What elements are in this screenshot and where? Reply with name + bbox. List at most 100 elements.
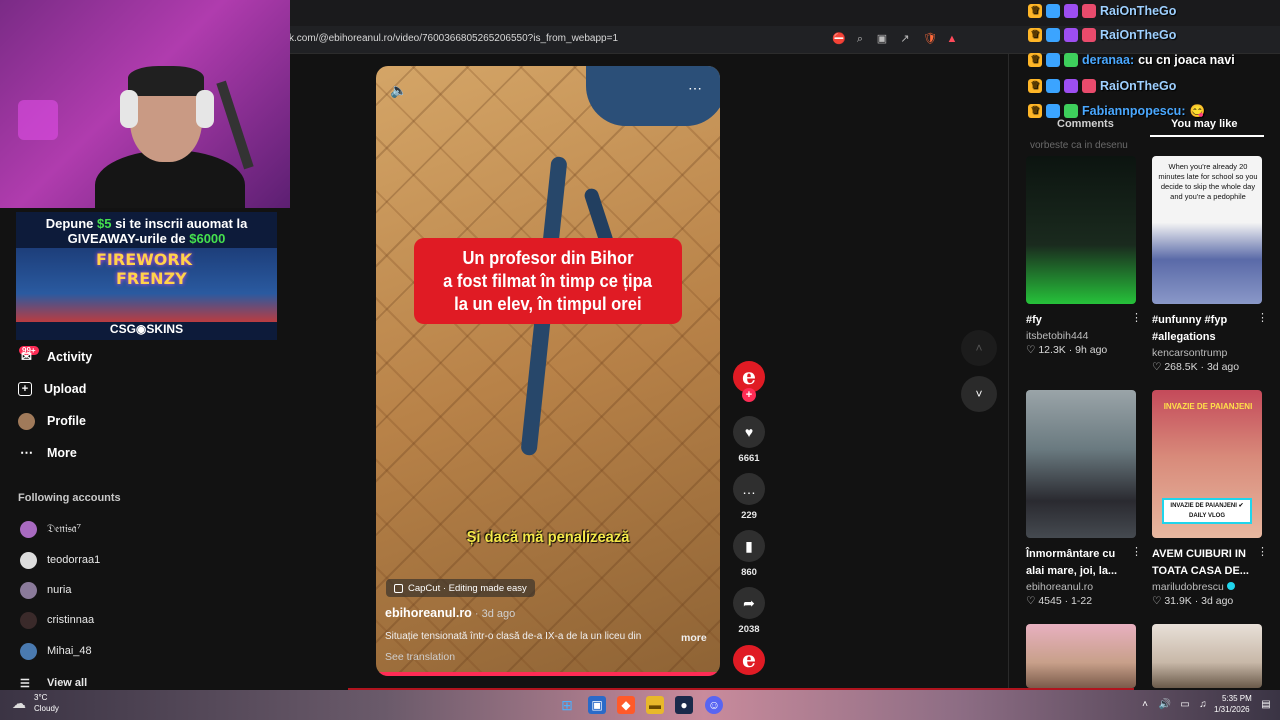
chat-message: ♛ RaiOnTheGo: [1028, 25, 1176, 45]
rec-author[interactable]: kencarsontrump: [1152, 347, 1262, 359]
sponsor-logo: CSG◉SKINS: [16, 322, 277, 340]
rec-title[interactable]: AVEM CUIBURI IN TOATA CASA DE...: [1152, 546, 1252, 580]
avatar: [20, 611, 37, 629]
rec-author[interactable]: ebihoreanul.ro: [1026, 581, 1136, 593]
game-badge-icon: [1046, 104, 1060, 118]
rewards-icon[interactable]: ▲: [944, 31, 960, 47]
brave-browser-icon[interactable]: ◆: [617, 696, 635, 714]
gift-badge-icon: [1064, 104, 1078, 118]
post-age: · 3d ago: [471, 608, 516, 620]
rec-thumbnail[interactable]: INVAZIE DE PAIANJENI INVAZIE DE PAIANJEN…: [1152, 390, 1262, 538]
file-explorer-icon[interactable]: ▬: [646, 696, 664, 714]
speaker-icon[interactable]: ♫: [1194, 696, 1212, 714]
sidebar-item-more[interactable]: ⋯ More: [18, 443, 77, 463]
recommendation-card[interactable]: #fy ⋮ itsbetobih444 ♡ 12.3K · 9h ago: [1026, 156, 1142, 356]
address-bar[interactable]: k.com/@ebihoreanul.ro/video/760036680526…: [289, 33, 618, 44]
list-icon: ☰: [20, 677, 30, 690]
video-author[interactable]: ebihoreanul.ro · 3d ago: [385, 606, 515, 620]
recommendation-card[interactable]: INVAZIE DE PAIANJENI INVAZIE DE PAIANJEN…: [1152, 390, 1268, 607]
windows-start-icon[interactable]: ⊞: [558, 696, 576, 714]
following-account[interactable]: nuria: [20, 581, 71, 599]
more-options-icon[interactable]: ⋮: [1131, 545, 1142, 558]
weather-condition[interactable]: Cloudy: [34, 704, 59, 713]
like-action[interactable]: ♥ 6661: [733, 416, 765, 464]
music-disc-avatar[interactable]: e: [733, 645, 765, 675]
rec-likes: 12.3K: [1038, 344, 1066, 356]
volume-tray-icon[interactable]: 🔊: [1156, 696, 1174, 714]
next-video-button[interactable]: ˅: [961, 376, 997, 412]
rec-age: 3d ago: [1206, 361, 1240, 373]
clock-date[interactable]: 1/31/2026: [1214, 705, 1250, 714]
recommendation-card[interactable]: When you're already 20 minutes late for …: [1152, 156, 1268, 373]
following-account[interactable]: cristinnaa: [20, 611, 94, 629]
following-account[interactable]: 𝔇𝔢𝔫𝔦𝔰𝔞⁷: [20, 520, 81, 538]
rec-title[interactable]: Înmormântare cu alai mare, joi, la...: [1026, 546, 1126, 580]
sidebar-item-profile[interactable]: Profile: [18, 411, 86, 431]
rec-title[interactable]: #fy: [1026, 312, 1126, 329]
rec-thumbnail[interactable]: [1026, 624, 1136, 688]
save-action[interactable]: ▮ 860: [733, 530, 765, 578]
recommendation-card[interactable]: [1026, 624, 1136, 688]
rec-meta: ♡ 268.5K · 3d ago: [1152, 361, 1240, 373]
network-icon[interactable]: ▭: [1176, 696, 1194, 714]
capcut-tag[interactable]: CapCut · Editing made easy: [386, 579, 535, 597]
discord-icon[interactable]: ☺: [705, 696, 723, 714]
brave-shield-icon[interactable]: 🛡: [922, 31, 938, 47]
widgets-icon[interactable]: ▣: [588, 696, 606, 714]
rec-title[interactable]: #unfunny #fyp #allegations: [1152, 312, 1252, 346]
zoom-icon[interactable]: ⌕: [852, 31, 868, 47]
cast-icon[interactable]: ▣: [874, 31, 890, 47]
rec-thumbnail[interactable]: [1152, 624, 1262, 688]
rec-likes: 4545: [1038, 595, 1062, 607]
steam-icon[interactable]: ●: [675, 696, 693, 714]
following-account[interactable]: Mihai_48: [20, 642, 92, 660]
weather-temperature[interactable]: 3°C: [34, 693, 47, 702]
rec-author[interactable]: mariludobrescu: [1152, 581, 1262, 593]
chat-message: ♛ deranaa: cu cn joaca navi: [1028, 50, 1235, 70]
more-options-icon[interactable]: ⋮: [1257, 545, 1268, 558]
share-icon[interactable]: ↗: [897, 31, 913, 47]
rec-age: 1-22: [1071, 595, 1093, 607]
avatar: [20, 642, 37, 660]
comment-icon[interactable]: …: [733, 473, 765, 505]
rec-thumbnail[interactable]: [1026, 390, 1136, 538]
rec-thumbnail[interactable]: When you're already 20 minutes late for …: [1152, 156, 1262, 304]
author-name[interactable]: ebihoreanul.ro: [385, 606, 472, 620]
game-badge-icon: [1046, 53, 1060, 67]
recommendation-card[interactable]: Înmormântare cu alai mare, joi, la... ⋮ …: [1026, 390, 1142, 607]
share-action[interactable]: ➦ 2038: [733, 587, 765, 635]
previous-video-button[interactable]: ˄: [961, 330, 997, 366]
comment-action[interactable]: … 229: [733, 473, 765, 521]
bookmark-icon[interactable]: ▮: [733, 530, 765, 562]
rec-author-name[interactable]: mariludobrescu: [1152, 581, 1224, 593]
sidebar-item-activity[interactable]: ✉ Activity: [18, 347, 92, 367]
clock-time[interactable]: 5:35 PM: [1222, 694, 1252, 703]
more-button[interactable]: more: [681, 632, 707, 644]
see-translation-link[interactable]: See translation: [385, 651, 455, 663]
follow-button[interactable]: +: [742, 388, 756, 402]
more-options-icon[interactable]: ⋯: [688, 80, 703, 97]
no-translate-icon[interactable]: ⛔: [831, 31, 847, 47]
webcam-overlay: [0, 0, 290, 208]
sidebar-item-label: Activity: [47, 350, 93, 364]
recommendation-card[interactable]: [1152, 624, 1262, 688]
account-name: nuria: [47, 584, 72, 596]
video-player[interactable]: 🔈 ⋯ Un profesor din Bihor a fost filmat …: [376, 66, 720, 676]
notification-bell-icon[interactable]: ▤: [1257, 696, 1275, 714]
volume-icon[interactable]: 🔈: [390, 82, 407, 99]
video-headline: Un profesor din Bihor a fost filmat în t…: [414, 238, 682, 324]
sidebar-item-upload[interactable]: + Upload: [18, 379, 86, 399]
banner-line-1: Depune $5 si te inscrii auomat la: [16, 216, 277, 231]
more-options-icon[interactable]: ⋮: [1131, 311, 1142, 324]
gift-badge-icon: [1064, 79, 1078, 93]
rec-author[interactable]: itsbetobih444: [1026, 330, 1136, 342]
sidebar-item-label: More: [47, 446, 77, 460]
following-account[interactable]: teodorraa1: [20, 551, 100, 569]
rec-thumbnail[interactable]: [1026, 156, 1136, 304]
share-arrow-icon[interactable]: ➦: [733, 587, 765, 619]
more-options-icon[interactable]: ⋮: [1257, 311, 1268, 324]
chevron-up-icon: ˄: [975, 341, 983, 355]
heart-icon[interactable]: ♥: [733, 416, 765, 448]
video-progress-bar[interactable]: [376, 672, 720, 676]
tray-chevron-icon[interactable]: ˄: [1136, 696, 1154, 714]
